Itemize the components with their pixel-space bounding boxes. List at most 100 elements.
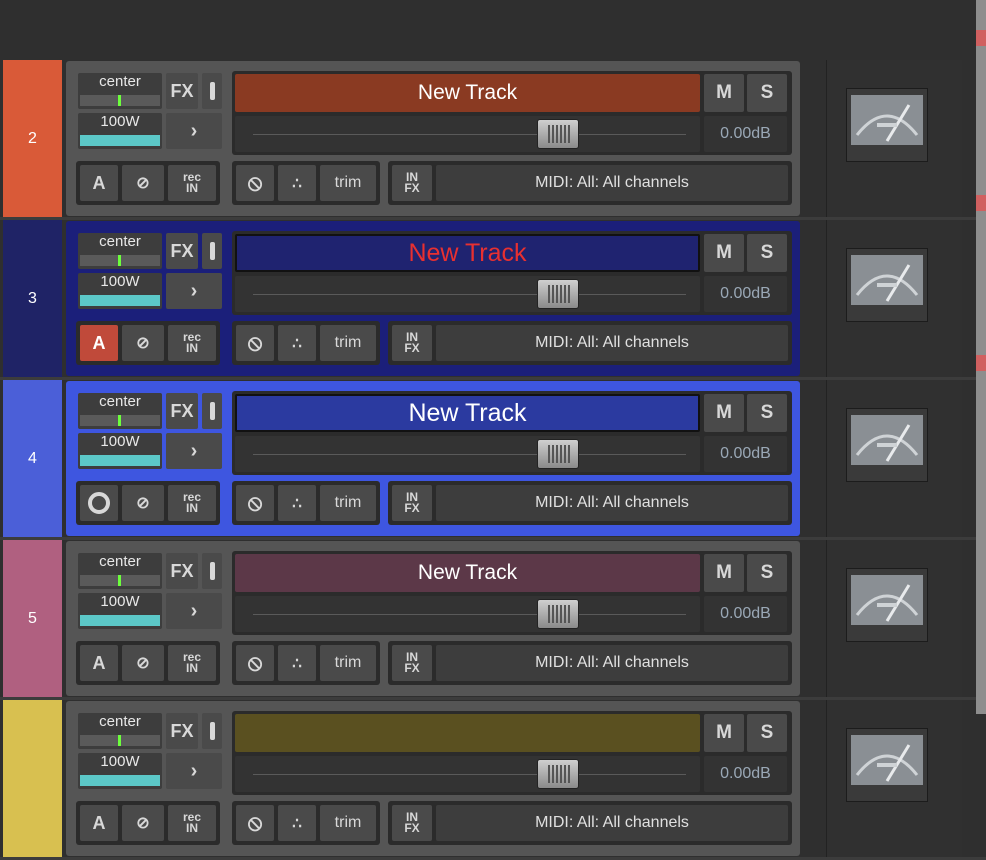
volume-readout[interactable]: 0.00dB (704, 276, 787, 312)
fader-knob[interactable] (537, 759, 579, 789)
input-fx-button[interactable]: IN FX (392, 645, 432, 681)
mute-button[interactable]: M (704, 714, 744, 752)
track-panel[interactable]: center 100W FX › New Track M S 0.00dB A ⊘ rec IN ⦸ ∴ t… (66, 221, 800, 376)
fx-bypass-toggle[interactable] (202, 713, 222, 749)
envelope-icon[interactable]: ∴ (278, 645, 316, 681)
fx-bypass-toggle[interactable] (202, 553, 222, 589)
rec-input-button[interactable]: rec IN (168, 645, 216, 681)
trim-button[interactable]: trim (320, 805, 376, 841)
rec-input-button[interactable]: rec IN (168, 485, 216, 521)
scrollbar[interactable] (976, 0, 986, 714)
monitor-off-icon[interactable]: ⊘ (122, 485, 164, 521)
track-name[interactable]: New Track (235, 234, 700, 272)
monitor-off-icon[interactable]: ⊘ (122, 645, 164, 681)
fader-knob[interactable] (537, 279, 579, 309)
solo-button[interactable]: S (747, 554, 787, 592)
fx-button[interactable]: FX (166, 73, 198, 109)
fader-knob[interactable] (537, 599, 579, 629)
input-fx-button[interactable]: IN FX (392, 325, 432, 361)
width-control[interactable]: 100W (78, 433, 162, 469)
envelope-icon[interactable]: ∴ (278, 485, 316, 521)
volume-fader[interactable] (235, 116, 700, 152)
track-panel[interactable]: center 100W FX › New Track M S 0.00dB ⊘ rec IN ⦸ ∴ tr… (66, 381, 800, 536)
rec-input-button[interactable]: rec IN (168, 165, 216, 201)
fx-button[interactable]: FX (166, 393, 198, 429)
pan-control[interactable]: center (78, 553, 162, 589)
volume-fader[interactable] (235, 596, 700, 632)
track-name[interactable]: New Track (235, 554, 700, 592)
mute-button[interactable]: M (704, 74, 744, 112)
vu-meter-icon[interactable] (846, 248, 928, 322)
automation-button[interactable]: A (80, 165, 118, 201)
midi-input-selector[interactable]: MIDI: All: All channels (436, 325, 788, 361)
input-fx-button[interactable]: IN FX (392, 485, 432, 521)
mute-button[interactable]: M (704, 234, 744, 272)
phase-icon[interactable]: ⦸ (236, 645, 274, 681)
mute-button[interactable]: M (704, 394, 744, 432)
rec-input-button[interactable]: rec IN (168, 805, 216, 841)
solo-button[interactable]: S (747, 394, 787, 432)
input-fx-button[interactable]: IN FX (392, 805, 432, 841)
volume-readout[interactable]: 0.00dB (704, 116, 787, 152)
volume-readout[interactable]: 0.00dB (704, 756, 787, 792)
envelope-icon[interactable]: ∴ (278, 325, 316, 361)
volume-readout[interactable]: 0.00dB (704, 596, 787, 632)
midi-input-selector[interactable]: MIDI: All: All channels (436, 485, 788, 521)
pan-control[interactable]: center (78, 73, 162, 109)
fx-button[interactable]: FX (166, 233, 198, 269)
chevron-right-icon[interactable]: › (166, 273, 222, 309)
track-panel[interactable]: center 100W FX › New Track M S 0.00dB A ⊘ rec IN ⦸ ∴ t… (66, 541, 800, 696)
phase-icon[interactable]: ⦸ (236, 325, 274, 361)
vu-meter-icon[interactable] (846, 408, 928, 482)
chevron-right-icon[interactable]: › (166, 593, 222, 629)
track-panel[interactable]: center 100W FX › M S 0.00dB A ⊘ rec IN ⦸ ∴ trim IN FX MI… (66, 701, 800, 856)
fader-knob[interactable] (537, 439, 579, 469)
track-number[interactable] (3, 700, 62, 857)
phase-icon[interactable]: ⦸ (236, 805, 274, 841)
solo-button[interactable]: S (747, 234, 787, 272)
trim-button[interactable]: trim (320, 485, 376, 521)
record-arm-button[interactable] (80, 485, 118, 521)
vu-meter-icon[interactable] (846, 88, 928, 162)
fx-bypass-toggle[interactable] (202, 73, 222, 109)
trim-button[interactable]: trim (320, 325, 376, 361)
volume-fader[interactable] (235, 276, 700, 312)
width-control[interactable]: 100W (78, 753, 162, 789)
fx-button[interactable]: FX (166, 713, 198, 749)
track-number[interactable]: 2 (3, 60, 62, 217)
chevron-right-icon[interactable]: › (166, 433, 222, 469)
envelope-icon[interactable]: ∴ (278, 165, 316, 201)
rec-input-button[interactable]: rec IN (168, 325, 216, 361)
chevron-right-icon[interactable]: › (166, 113, 222, 149)
trim-button[interactable]: trim (320, 165, 376, 201)
input-fx-button[interactable]: IN FX (392, 165, 432, 201)
fx-bypass-toggle[interactable] (202, 233, 222, 269)
width-control[interactable]: 100W (78, 593, 162, 629)
track-name[interactable]: New Track (235, 394, 700, 432)
trim-button[interactable]: trim (320, 645, 376, 681)
solo-button[interactable]: S (747, 714, 787, 752)
track-name[interactable] (235, 714, 700, 752)
track-number[interactable]: 5 (3, 540, 62, 697)
fx-bypass-toggle[interactable] (202, 393, 222, 429)
monitor-off-icon[interactable]: ⊘ (122, 805, 164, 841)
width-control[interactable]: 100W (78, 113, 162, 149)
monitor-off-icon[interactable]: ⊘ (122, 165, 164, 201)
phase-icon[interactable]: ⦸ (236, 485, 274, 521)
automation-button[interactable]: A (80, 645, 118, 681)
pan-control[interactable]: center (78, 393, 162, 429)
fader-knob[interactable] (537, 119, 579, 149)
mute-button[interactable]: M (704, 554, 744, 592)
vu-meter-icon[interactable] (846, 568, 928, 642)
fx-button[interactable]: FX (166, 553, 198, 589)
monitor-off-icon[interactable]: ⊘ (122, 325, 164, 361)
pan-control[interactable]: center (78, 713, 162, 749)
track-panel[interactable]: center 100W FX › New Track M S 0.00dB A ⊘ rec IN ⦸ ∴ t… (66, 61, 800, 216)
width-control[interactable]: 100W (78, 273, 162, 309)
volume-fader[interactable] (235, 436, 700, 472)
automation-button[interactable]: A (80, 325, 118, 361)
track-number[interactable]: 4 (3, 380, 62, 537)
envelope-icon[interactable]: ∴ (278, 805, 316, 841)
solo-button[interactable]: S (747, 74, 787, 112)
midi-input-selector[interactable]: MIDI: All: All channels (436, 645, 788, 681)
